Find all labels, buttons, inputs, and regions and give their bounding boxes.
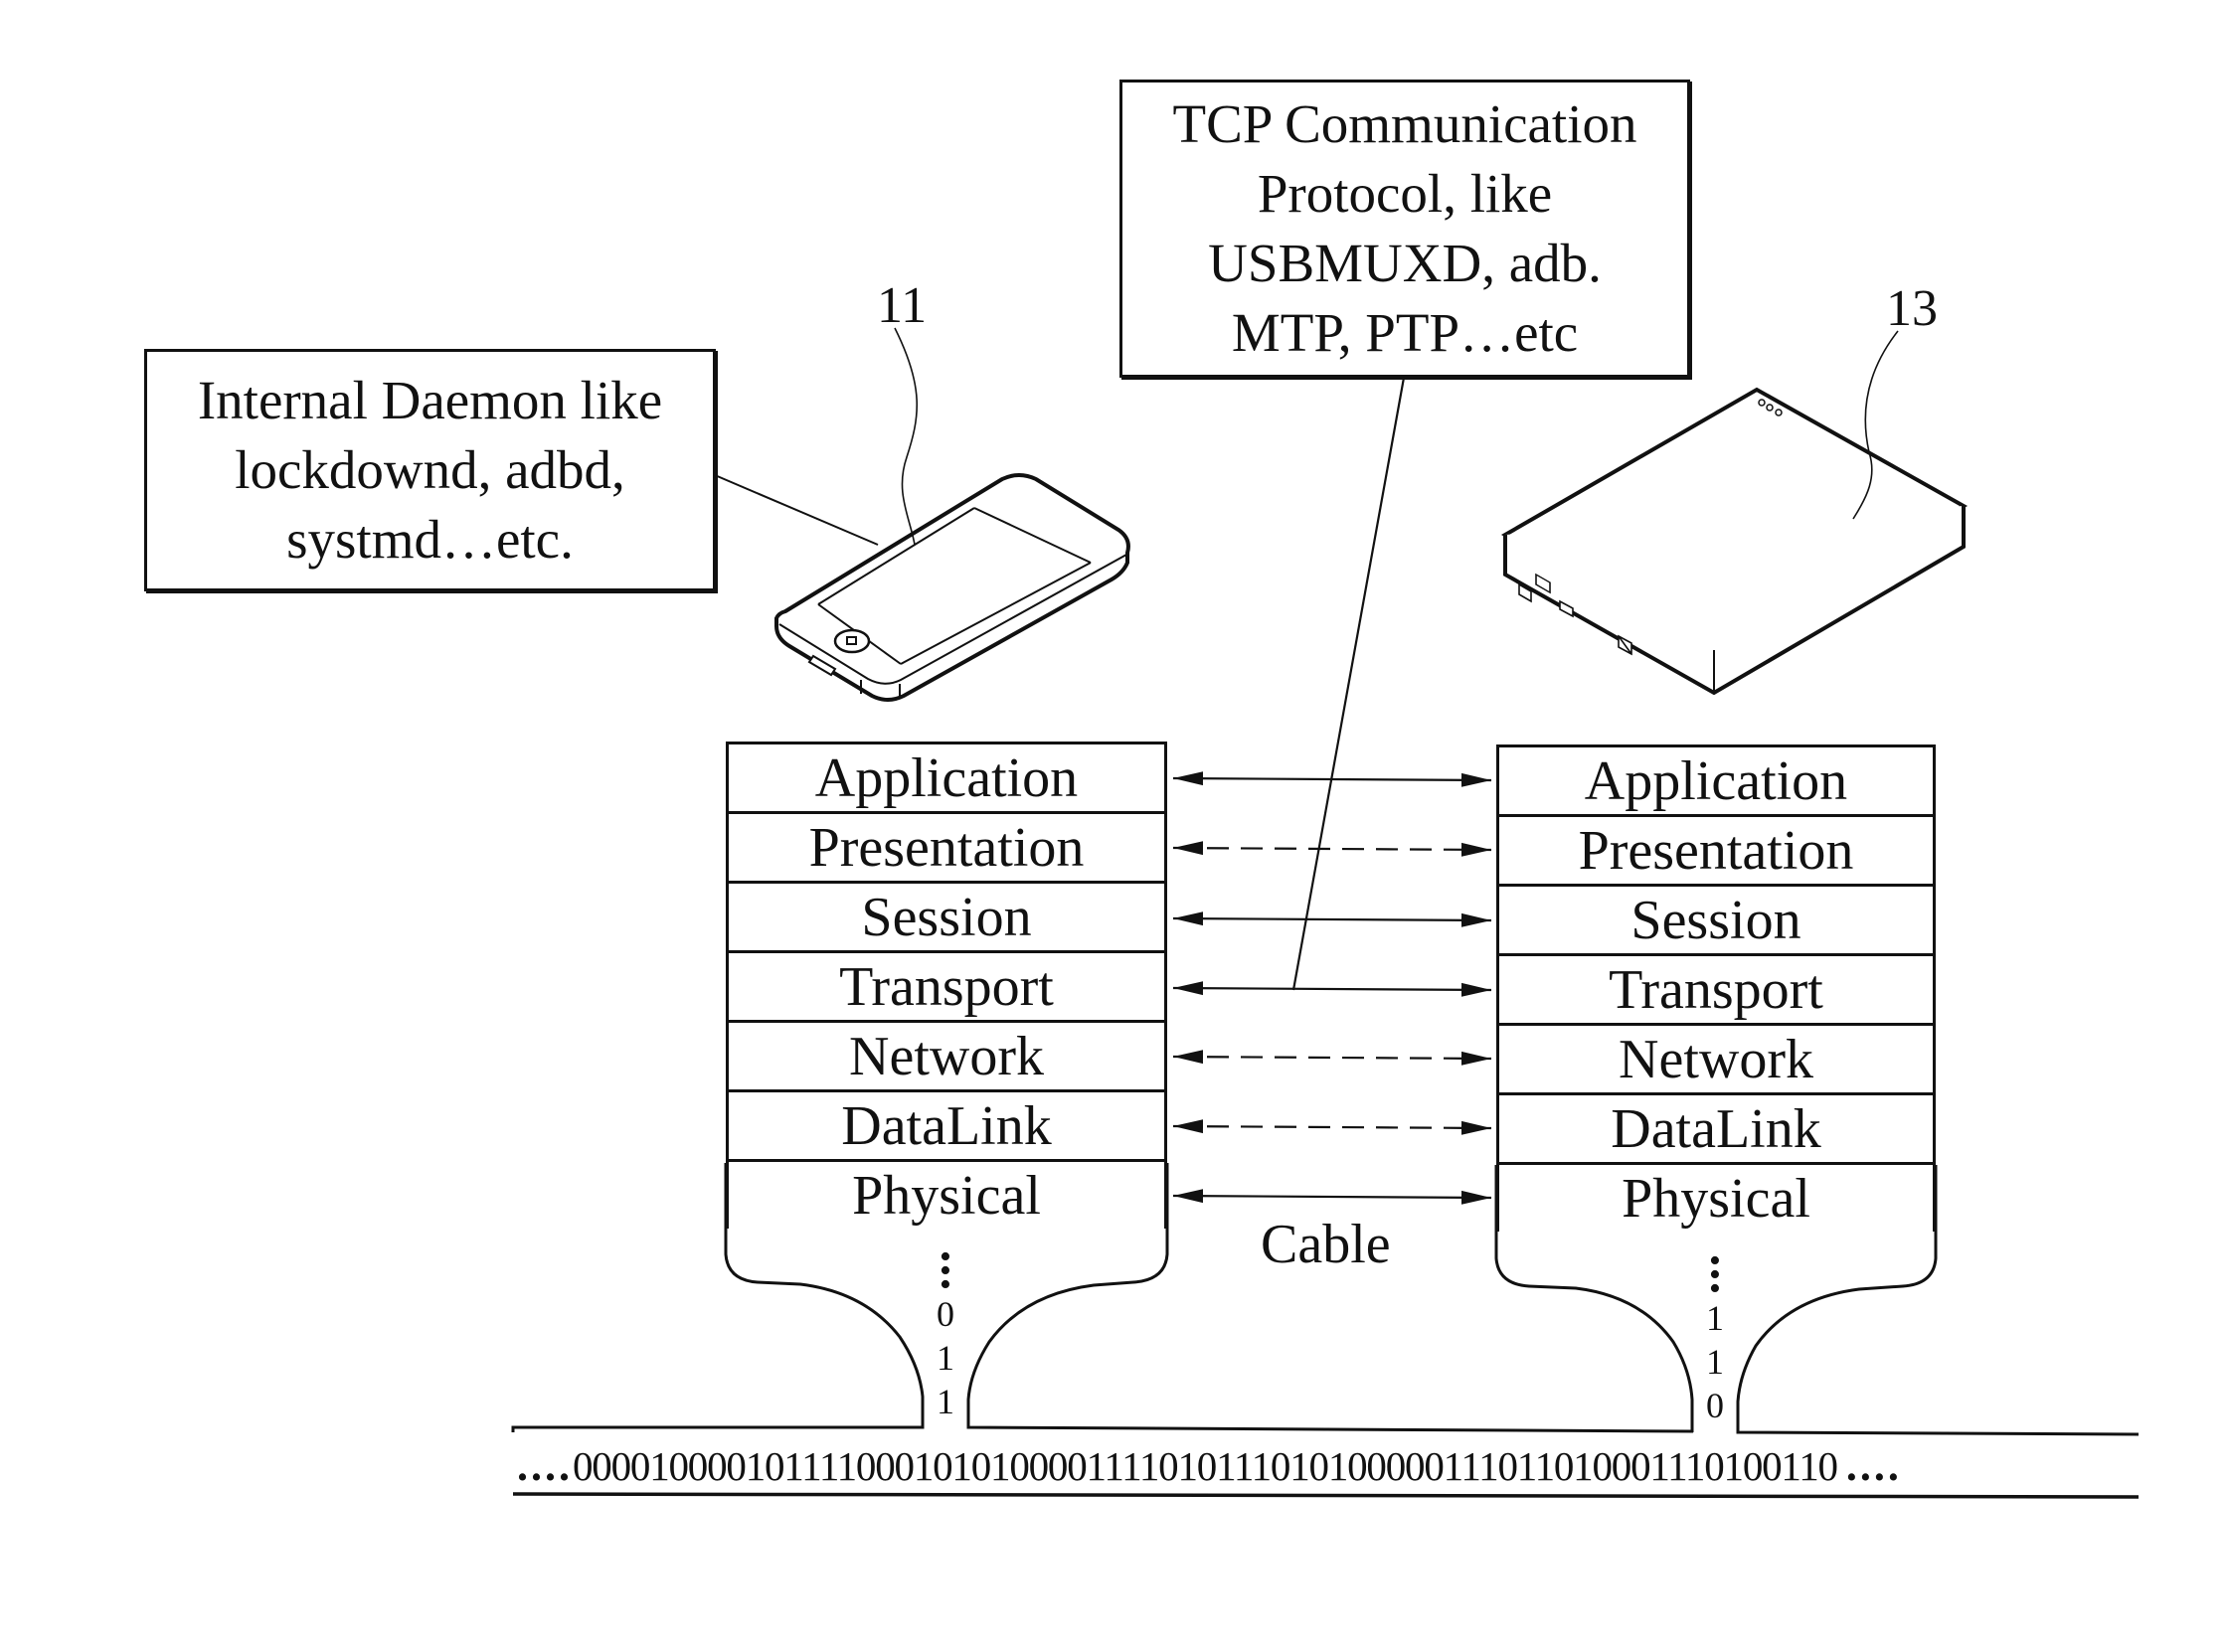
link-arrow-session — [1172, 911, 1492, 927]
daemon-leader-line — [714, 474, 879, 546]
layer-application: Application — [1496, 744, 1936, 814]
bitstream-bottom-line — [512, 1492, 2140, 1499]
neck-bit: 0 — [1706, 1386, 1724, 1425]
layer-application: Application — [726, 742, 1167, 811]
tcp-leader-line — [1291, 377, 1406, 991]
layer-links — [1172, 771, 1492, 1205]
tcp-callout-box: TCP Communication Protocol, like USBMUXD… — [1119, 80, 1690, 378]
host-ref-label: 13 — [1886, 280, 1938, 337]
neck-bit: 1 — [937, 1338, 954, 1378]
layer-datalink: DataLink — [1496, 1092, 1936, 1162]
neck-bit: 1 — [937, 1382, 954, 1421]
right-protocol-stack: Application Presentation Session Transport N… — [1496, 744, 1936, 1232]
neck-bit: 0 — [937, 1294, 954, 1334]
link-arrow-application — [1172, 771, 1492, 787]
bitstream-bits: 0000100001011110001010100001111010111010… — [573, 1443, 1838, 1489]
ellipsis-dot: • — [940, 1266, 951, 1303]
link-arrow-presentation — [1172, 841, 1492, 857]
neck-bit: 1 — [1706, 1342, 1724, 1382]
daemon-callout-box: Internal Daemon like lockdownd, adbd, sy… — [144, 349, 716, 591]
left-neck-bits: • • • 0 1 1 — [926, 1240, 965, 1423]
link-arrow-datalink — [1172, 1119, 1492, 1135]
layer-session: Session — [726, 881, 1167, 950]
phone-ref-leader — [894, 327, 918, 546]
daemon-callout-line: lockdownd, adbd, — [235, 439, 625, 500]
layer-presentation: Presentation — [1496, 814, 1936, 884]
smartphone-icon — [774, 473, 1130, 702]
tcp-callout-line: Protocol, like — [1257, 163, 1553, 224]
link-arrow-transport — [1172, 981, 1492, 997]
layer-datalink: DataLink — [726, 1089, 1167, 1159]
neck-bit: 1 — [1706, 1298, 1724, 1338]
bitstream: ....000010000101111000101010000111101011… — [517, 1441, 2138, 1490]
right-neck-bits: • • • 1 1 0 — [1695, 1244, 1735, 1427]
layer-presentation: Presentation — [726, 811, 1167, 881]
layer-session: Session — [1496, 884, 1936, 953]
daemon-callout-line: Internal Daemon like — [197, 370, 663, 430]
tcp-callout-line: USBMUXD, adb. — [1208, 233, 1602, 293]
host-box-icon — [1500, 387, 1969, 696]
bitstream-leading-ellipsis: .... — [517, 1441, 573, 1490]
link-arrow-network — [1172, 1050, 1492, 1066]
bitstream-trailing-ellipsis: .... — [1845, 1441, 1902, 1490]
tcp-callout-line: TCP Communication — [1172, 93, 1637, 154]
phone-ref-label: 11 — [877, 277, 928, 334]
daemon-callout-line: systmd…etc. — [286, 509, 574, 570]
layer-transport: Transport — [1496, 953, 1936, 1023]
layer-network: Network — [726, 1020, 1167, 1089]
left-protocol-stack: Application Presentation Session Transport N… — [726, 742, 1167, 1229]
cable-label: Cable — [1261, 1214, 1391, 1275]
layer-physical: Physical — [1496, 1162, 1936, 1232]
ellipsis-dot: • — [1709, 1270, 1721, 1307]
layer-physical: Physical — [726, 1159, 1167, 1229]
layer-network: Network — [1496, 1023, 1936, 1092]
layer-transport: Transport — [726, 950, 1167, 1020]
link-arrow-physical — [1172, 1189, 1492, 1205]
tcp-callout-line: MTP, PTP…etc — [1231, 302, 1579, 363]
